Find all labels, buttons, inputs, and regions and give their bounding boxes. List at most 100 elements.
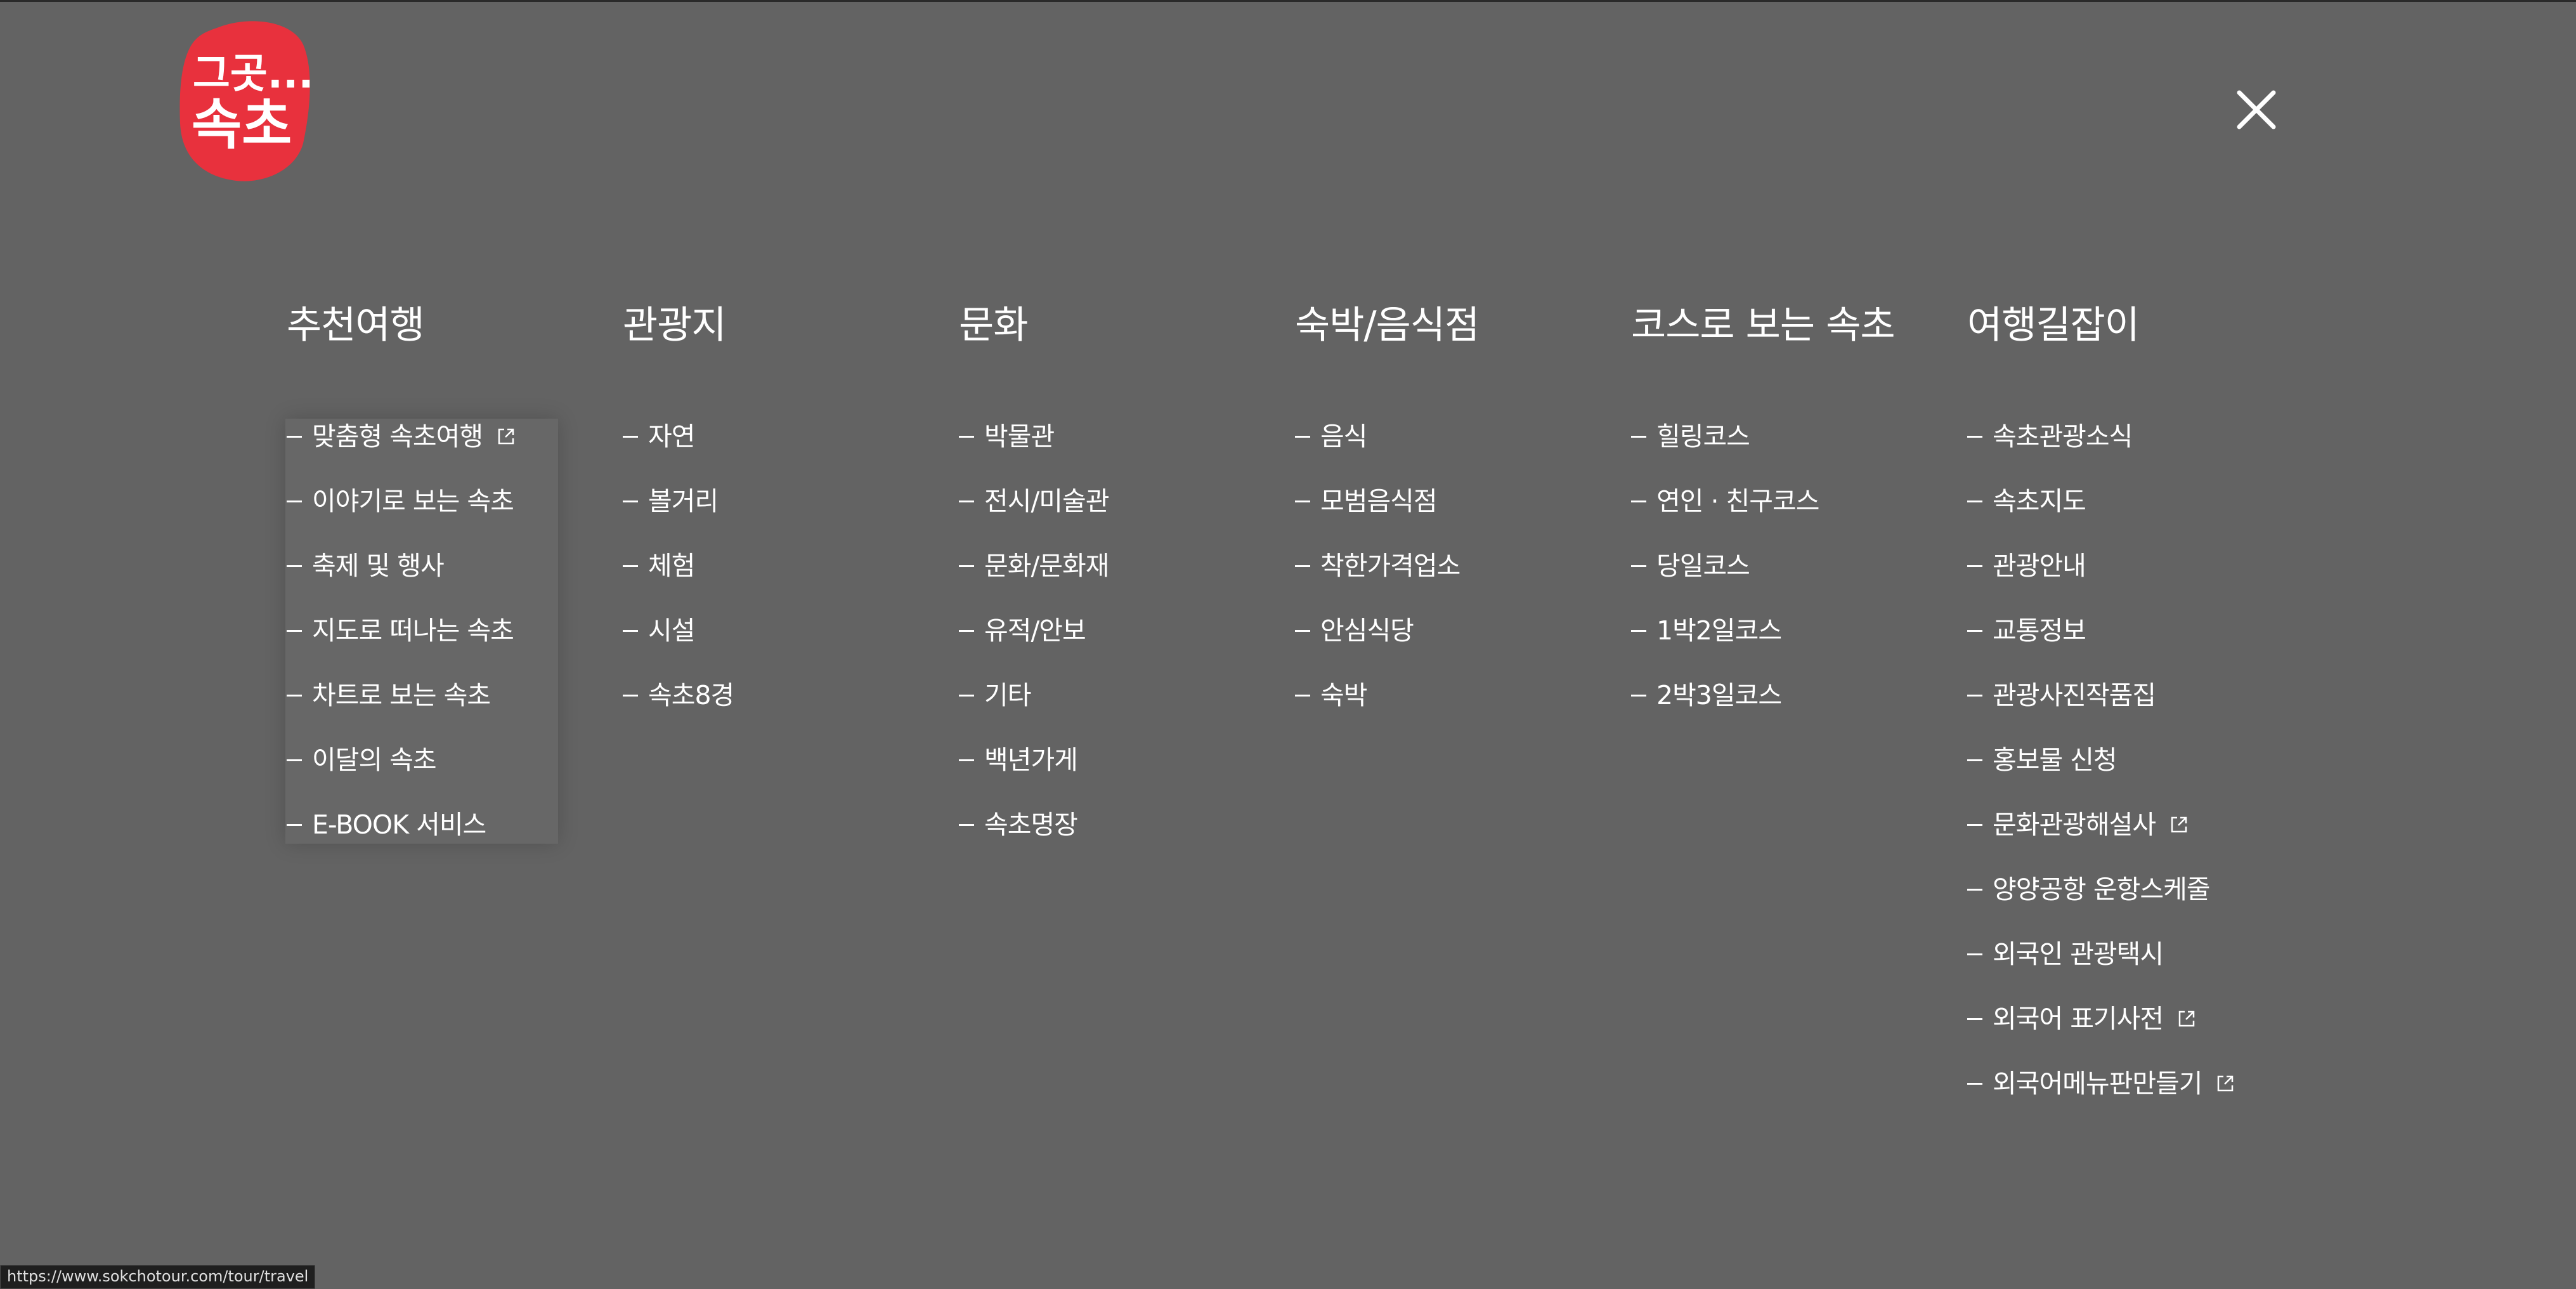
menu-link[interactable]: 전시/미술관 xyxy=(959,481,1109,521)
menu-link[interactable]: 외국인 관광택시 xyxy=(1967,934,2235,974)
menu-item: 숙박 xyxy=(1295,675,1460,740)
dash-icon xyxy=(1631,565,1646,567)
menu-link[interactable]: 관광안내 xyxy=(1967,546,2235,586)
menu-link[interactable]: 시설 xyxy=(623,610,734,651)
menu-link[interactable]: 홍보물 신청 xyxy=(1967,740,2235,780)
menu-link-label: 외국인 관광택시 xyxy=(1993,939,2164,969)
menu-column-title[interactable]: 관광지 xyxy=(623,297,727,354)
menu-item: 이달의 속초 xyxy=(287,740,516,804)
menu-link-label: 연인 · 친구코스 xyxy=(1656,486,1819,516)
menu-link[interactable]: 맞춤형 속초여행 xyxy=(287,416,516,457)
menu-link[interactable]: 속초8경 xyxy=(623,675,734,716)
menu-link[interactable]: 박물관 xyxy=(959,416,1109,457)
menu-link-label: 안심식당 xyxy=(1320,615,1414,646)
menu-link[interactable]: 기타 xyxy=(959,675,1109,716)
menu-link[interactable]: 이달의 속초 xyxy=(287,740,516,780)
dash-icon xyxy=(1295,629,1310,632)
menu-column-title[interactable]: 문화 xyxy=(959,297,1028,354)
menu-link-label: 이달의 속초 xyxy=(312,745,437,775)
menu-link[interactable]: 체험 xyxy=(623,546,734,586)
menu-link[interactable]: 관광사진작품집 xyxy=(1967,675,2235,716)
dash-icon xyxy=(1967,1017,1982,1020)
menu-link[interactable]: 숙박 xyxy=(1295,675,1460,716)
dash-icon xyxy=(287,694,302,697)
menu-link-label: 박물관 xyxy=(984,421,1055,452)
menu-column-list: 힐링코스 연인 · 친구코스 당일코스 1박2일코스 2박3일코스 xyxy=(1631,416,1819,740)
menu-link[interactable]: 당일코스 xyxy=(1631,546,1819,586)
menu-link[interactable]: 축제 및 행사 xyxy=(287,546,516,586)
menu-link-label: 유적/안보 xyxy=(984,615,1086,646)
menu-link-label: 맞춤형 속초여행 xyxy=(312,421,483,452)
menu-link[interactable]: 차트로 보는 속초 xyxy=(287,675,516,716)
menu-link[interactable]: 2박3일코스 xyxy=(1631,675,1819,716)
dash-icon xyxy=(1967,953,1982,955)
menu-item: 볼거리 xyxy=(623,481,734,546)
menu-link[interactable]: 속초지도 xyxy=(1967,481,2235,521)
close-button[interactable] xyxy=(2235,89,2277,131)
external-link-icon xyxy=(2178,1011,2195,1027)
menu-link[interactable]: 연인 · 친구코스 xyxy=(1631,481,1819,521)
dash-icon xyxy=(1967,500,1982,502)
dash-icon xyxy=(959,759,974,761)
menu-link[interactable]: 교통정보 xyxy=(1967,610,2235,651)
dash-icon xyxy=(287,759,302,761)
close-icon xyxy=(2237,90,2276,129)
menu-item: 속초관광소식 xyxy=(1967,416,2235,481)
menu-link-label: 시설 xyxy=(648,615,695,646)
menu-item: 기타 xyxy=(959,675,1109,740)
menu-link[interactable]: 음식 xyxy=(1295,416,1460,457)
menu-column-list: 음식 모범음식점 착한가격업소 안심식당 숙박 xyxy=(1295,416,1460,740)
menu-link-label: 외국어 표기사전 xyxy=(1993,1004,2164,1034)
logo-text-line2: 속초 xyxy=(192,93,292,157)
menu-link[interactable]: 지도로 떠나는 속초 xyxy=(287,610,516,651)
menu-column-title[interactable]: 숙박/음식점 xyxy=(1295,297,1480,354)
menu-link[interactable]: E-BOOK 서비스 xyxy=(287,804,516,845)
menu-link-label: 2박3일코스 xyxy=(1656,680,1782,710)
menu-link-label: 양양공항 운항스케줄 xyxy=(1993,874,2211,905)
dash-icon xyxy=(287,565,302,567)
menu-link[interactable]: 문화/문화재 xyxy=(959,546,1109,586)
menu-link[interactable]: 착한가격업소 xyxy=(1295,546,1460,586)
dash-icon xyxy=(1295,500,1310,502)
dash-icon xyxy=(1295,435,1310,438)
menu-item: 2박3일코스 xyxy=(1631,675,1819,740)
menu-item: 모범음식점 xyxy=(1295,481,1460,546)
menu-item: 외국어메뉴판만들기 xyxy=(1967,1063,2235,1128)
menu-column-title[interactable]: 코스로 보는 속초 xyxy=(1631,297,1896,354)
menu-link[interactable]: 속초관광소식 xyxy=(1967,416,2235,457)
menu-link[interactable]: 이야기로 보는 속초 xyxy=(287,481,516,521)
menu-item: 1박2일코스 xyxy=(1631,610,1819,675)
menu-link-label: 지도로 떠나는 속초 xyxy=(312,615,514,646)
menu-link[interactable]: 자연 xyxy=(623,416,734,457)
menu-column-title[interactable]: 여행길잡이 xyxy=(1967,297,2140,354)
dash-icon xyxy=(1295,565,1310,567)
menu-link-label: 속초명장 xyxy=(984,809,1078,840)
menu-column-title[interactable]: 추천여행 xyxy=(287,297,425,354)
menu-link[interactable]: 양양공항 운항스케줄 xyxy=(1967,869,2235,910)
menu-link[interactable]: 힐링코스 xyxy=(1631,416,1819,457)
dash-icon xyxy=(959,694,974,697)
menu-link-label: 속초지도 xyxy=(1993,486,2086,516)
menu-link-label: 백년가게 xyxy=(984,745,1078,775)
menu-link[interactable]: 외국어 표기사전 xyxy=(1967,998,2235,1039)
menu-item: 힐링코스 xyxy=(1631,416,1819,481)
dash-icon xyxy=(959,823,974,826)
menu-link[interactable]: 유적/안보 xyxy=(959,610,1109,651)
menu-link[interactable]: 백년가게 xyxy=(959,740,1109,780)
dash-icon xyxy=(1967,435,1982,438)
sokcho-logo[interactable]: 그곳... 속초 xyxy=(179,19,312,185)
menu-link-label: 당일코스 xyxy=(1656,551,1750,581)
menu-link[interactable]: 안심식당 xyxy=(1295,610,1460,651)
menu-link[interactable]: 모범음식점 xyxy=(1295,481,1460,521)
window-top-border xyxy=(0,0,2576,2)
dash-icon xyxy=(287,435,302,438)
menu-link[interactable]: 볼거리 xyxy=(623,481,734,521)
menu-link[interactable]: 1박2일코스 xyxy=(1631,610,1819,651)
menu-link[interactable]: 속초명장 xyxy=(959,804,1109,845)
menu-link[interactable]: 문화관광해설사 xyxy=(1967,804,2235,845)
dash-icon xyxy=(1967,694,1982,697)
menu-link-label: 착한가격업소 xyxy=(1320,551,1460,581)
menu-column-list: 박물관 전시/미술관 문화/문화재 유적/안보 기타 백년가게 속초명장 xyxy=(959,416,1109,869)
dash-icon xyxy=(1967,629,1982,632)
menu-link[interactable]: 외국어메뉴판만들기 xyxy=(1967,1063,2235,1104)
